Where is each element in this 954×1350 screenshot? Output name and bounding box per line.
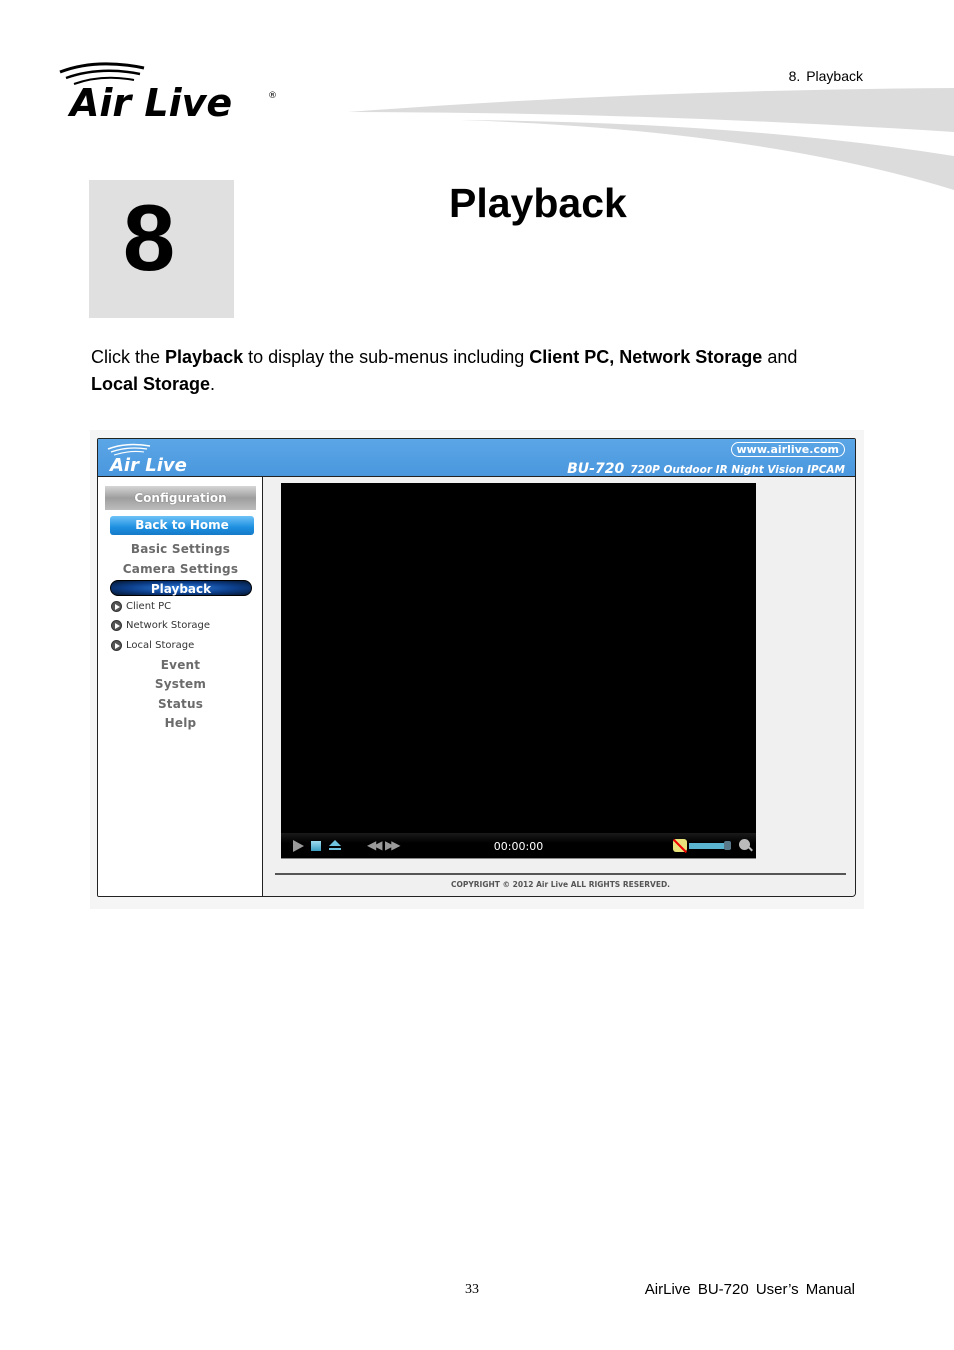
menu-event[interactable]: Event [98, 658, 263, 672]
mini-logo-text: Air Live [108, 455, 187, 475]
page-number: 33 [465, 1282, 479, 1297]
menu-basic-settings[interactable]: Basic Settings [98, 542, 263, 556]
play-circle-icon [111, 640, 122, 651]
intro-paragraph: Click the Playback to display the sub-me… [91, 344, 871, 398]
menu-help[interactable]: Help [98, 716, 263, 730]
volume-slider-handle[interactable] [723, 841, 731, 850]
ui-screenshot: Air Live www.airlive.com BU-720 720P Outd… [90, 430, 864, 909]
intro-bold-playback: Playback [165, 347, 244, 367]
logo-text: Air Live [67, 81, 232, 124]
chapter-title: Playback [449, 180, 627, 226]
intro-text: to display the sub-menus including [243, 347, 530, 367]
play-circle-icon [111, 601, 122, 612]
submenu-label: Network Storage [126, 620, 211, 631]
camera-web-ui: Air Live www.airlive.com BU-720 720P Outd… [97, 438, 856, 897]
chapter-number-box: 8 [89, 180, 234, 318]
model-line: BU-720 720P Outdoor IR Night Vision IPCAM [567, 460, 845, 478]
model-name: BU-720 [567, 461, 625, 477]
ui-sidebar: Configuration Back to Home Basic Setting… [98, 477, 263, 896]
submenu-label: Client PC [126, 601, 172, 612]
header-swoosh-decoration [348, 88, 954, 190]
airlive-logo: Air Live ® [59, 62, 277, 124]
submenu-local-storage[interactable]: Local Storage [111, 640, 194, 651]
configuration-header: Configuration [105, 486, 256, 510]
intro-text: Click the [91, 347, 166, 367]
menu-system[interactable]: System [98, 677, 263, 691]
menu-camera-settings[interactable]: Camera Settings [98, 562, 263, 576]
ui-banner: Air Live www.airlive.com BU-720 720P Outd… [98, 439, 855, 477]
intro-text: and [762, 347, 798, 367]
player-controls: ◀◀ ▶▶ 00:00:00 [281, 833, 756, 859]
intro-bold-submenus: Client PC, Network Storage [529, 347, 763, 367]
menu-playback-active[interactable]: Playback [110, 580, 252, 596]
manual-title: AirLive BU-720 User’s Manual [644, 1281, 855, 1298]
mute-icon[interactable] [673, 839, 687, 852]
play-circle-icon [111, 620, 122, 631]
model-description: 720P Outdoor IR Night Vision IPCAM [630, 464, 845, 476]
submenu-network-storage[interactable]: Network Storage [111, 620, 210, 631]
video-player[interactable]: ◀◀ ▶▶ 00:00:00 [281, 483, 756, 859]
ui-content: ◀◀ ▶▶ 00:00:00 COPYRIGHT © 2012 Air Live… [264, 477, 855, 896]
intro-text: . [210, 374, 216, 394]
zoom-icon[interactable] [739, 839, 750, 850]
airlive-mini-logo: Air Live [107, 443, 187, 475]
submenu-client-pc[interactable]: Client PC [111, 601, 171, 612]
footer-divider [275, 873, 846, 875]
submenu-label: Local Storage [126, 640, 195, 651]
back-to-home-button[interactable]: Back to Home [110, 516, 254, 535]
airlive-url-link[interactable]: www.airlive.com [730, 442, 845, 457]
intro-bold-local-storage: Local Storage [91, 374, 211, 394]
chapter-number: 8 [122, 185, 176, 290]
menu-status[interactable]: Status [98, 697, 263, 711]
svg-text:®: ® [268, 91, 277, 101]
copyright-text: COPYRIGHT © 2012 Air Live ALL RIGHTS RES… [450, 880, 671, 889]
